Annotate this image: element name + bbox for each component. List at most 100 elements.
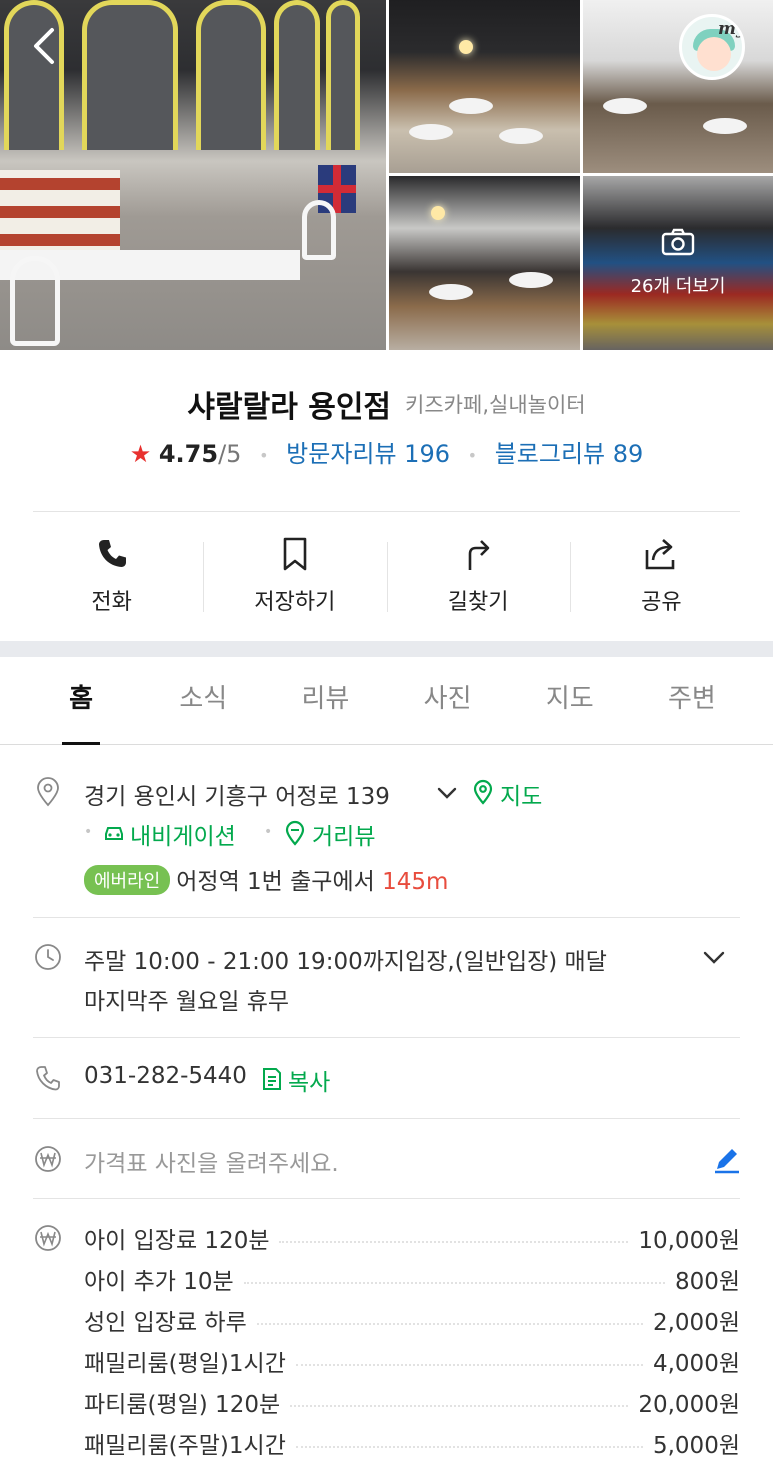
- photo-gallery: 26개 더보기 my: [0, 0, 773, 350]
- phone-icon: [36, 1066, 60, 1091]
- price-item-name: 아이 입장료 120분: [84, 1228, 270, 1254]
- tab-nearby[interactable]: 주변: [631, 657, 753, 744]
- rating-row: ★ 4.75/5 • 방문자리뷰 196 • 블로그리뷰 89: [0, 434, 773, 469]
- arch-decor: [4, 0, 64, 150]
- call-label: 전화: [91, 590, 132, 615]
- place-category: 키즈카페,실내놀이터: [405, 393, 586, 417]
- avatar: [697, 37, 731, 71]
- price-item-value: 2,000원: [652, 1310, 740, 1336]
- rating-max: /5: [218, 440, 242, 468]
- address-text[interactable]: 경기 용인시 기흥구 어정로 139: [84, 777, 390, 811]
- won-icon: [35, 1225, 61, 1251]
- visitor-reviews-link[interactable]: 방문자리뷰 196: [286, 440, 450, 468]
- rating-score: 4.75: [158, 440, 219, 468]
- price-leader: [295, 1364, 643, 1366]
- streetview-pin-icon: [285, 820, 305, 846]
- bookmark-icon: [283, 537, 307, 571]
- price-item-name: 패밀리룸(주말)1시간: [84, 1433, 286, 1459]
- subway-distance: 145m: [382, 869, 449, 895]
- subway-line-badge: 에버라인: [84, 865, 171, 895]
- my-profile-button[interactable]: my: [679, 14, 745, 80]
- separator-dot: •: [467, 445, 478, 465]
- tab-news[interactable]: 소식: [142, 657, 264, 744]
- price-item-name: 성인 입장료 하루: [84, 1310, 247, 1336]
- chevron-down-icon[interactable]: [702, 948, 726, 968]
- phone-number[interactable]: 031-282-5440: [84, 1063, 247, 1089]
- streetview-link[interactable]: 거리뷰: [312, 817, 375, 851]
- thumbnail-photo[interactable]: [389, 0, 580, 173]
- price-item-name: 패밀리룸(평일)1시간: [84, 1351, 286, 1377]
- price-row: 파티룸(평일) 120분 20,000원: [84, 1385, 740, 1419]
- place-title-row: 샤랄랄라 용인점 키즈카페,실내놀이터: [0, 382, 773, 426]
- call-button[interactable]: 전화: [20, 530, 203, 620]
- copy-button[interactable]: 복사: [288, 1063, 330, 1097]
- price-leader: [243, 1282, 665, 1284]
- chair: [10, 256, 60, 346]
- price-item-value: 4,000원: [652, 1351, 740, 1377]
- arch-decor: [326, 0, 360, 150]
- hours-text-line2: 마지막주 월요일 휴무: [84, 989, 290, 1015]
- save-label: 저장하기: [254, 590, 336, 615]
- my-label: my: [718, 19, 745, 39]
- thumbnail-photo[interactable]: [389, 176, 580, 350]
- tab-map[interactable]: 지도: [509, 657, 631, 744]
- price-item-value: 5,000원: [652, 1433, 740, 1459]
- share-icon: [646, 539, 675, 570]
- price-item-name: 아이 추가 10분: [84, 1269, 234, 1295]
- action-bar: 전화 저장하기 길찾기 공유: [20, 530, 753, 620]
- divider: [33, 1198, 740, 1199]
- arch-decor: [274, 0, 320, 150]
- price-leader: [256, 1323, 643, 1325]
- chevron-down-icon[interactable]: [436, 783, 458, 803]
- place-name: 샤랄랄라 용인점: [187, 390, 392, 425]
- navigation-link[interactable]: 내비게이션: [130, 817, 236, 851]
- navigation-icon: [105, 827, 123, 840]
- map-pin-icon: [473, 779, 493, 805]
- tab-photos[interactable]: 사진: [387, 657, 509, 744]
- price-leader: [290, 1405, 629, 1407]
- directions-label: 길찾기: [447, 590, 509, 615]
- price-row: 아이 입장료 120분 10,000원: [84, 1221, 740, 1255]
- price-leader: [295, 1446, 643, 1448]
- arch-decor: [82, 0, 178, 150]
- price-row: 패밀리룸(평일)1시간 4,000원: [84, 1344, 740, 1378]
- directions-button[interactable]: 길찾기: [386, 530, 570, 620]
- separator-dot: •: [84, 824, 93, 840]
- divider: [33, 1037, 740, 1038]
- separator-dot: •: [264, 824, 273, 840]
- divider: [33, 511, 740, 512]
- won-icon: [35, 1146, 61, 1172]
- camera-icon: [661, 228, 695, 256]
- tab-home[interactable]: 홈: [20, 657, 142, 745]
- more-photos-button[interactable]: 26개 더보기: [583, 176, 773, 350]
- tab-bar: 홈 소식 리뷰 사진 지도 주변: [0, 657, 773, 745]
- directions-icon: [468, 540, 490, 570]
- thumbnail-photo[interactable]: [583, 0, 773, 173]
- price-item-value: 800원: [674, 1269, 740, 1295]
- map-link[interactable]: 지도: [500, 777, 542, 811]
- subway-station: 어정역 1번 출구에서: [176, 869, 375, 895]
- hours-text-line1: 주말 10:00 - 21:00 19:00까지입장,(일반입장) 매달: [84, 949, 607, 975]
- price-row: 아이 추가 10분 800원: [84, 1262, 740, 1296]
- back-icon[interactable]: [28, 26, 62, 66]
- clock-icon: [35, 944, 61, 970]
- price-item-name: 파티룸(평일) 120분: [84, 1392, 281, 1418]
- price-row: 패밀리룸(주말)1시간 5,000원: [84, 1426, 740, 1460]
- edit-pencil-icon[interactable]: [712, 1144, 742, 1174]
- price-item-value: 10,000원: [638, 1228, 740, 1254]
- price-row: 성인 입장료 하루 2,000원: [84, 1303, 740, 1337]
- location-pin-icon: [37, 777, 59, 807]
- price-photo-prompt[interactable]: 가격표 사진을 올려주세요.: [84, 1144, 339, 1178]
- blog-reviews-link[interactable]: 블로그리뷰 89: [495, 440, 644, 468]
- copy-icon: [263, 1068, 281, 1090]
- share-button[interactable]: 공유: [569, 530, 753, 620]
- save-button[interactable]: 저장하기: [203, 530, 386, 620]
- divider: [33, 1118, 740, 1119]
- separator-dot: •: [259, 445, 269, 465]
- price-leader: [279, 1241, 629, 1243]
- share-label: 공유: [641, 590, 682, 615]
- star-icon: ★: [129, 440, 152, 468]
- arch-decor: [196, 0, 266, 150]
- price-item-value: 20,000원: [638, 1392, 740, 1418]
- tab-reviews[interactable]: 리뷰: [264, 657, 386, 744]
